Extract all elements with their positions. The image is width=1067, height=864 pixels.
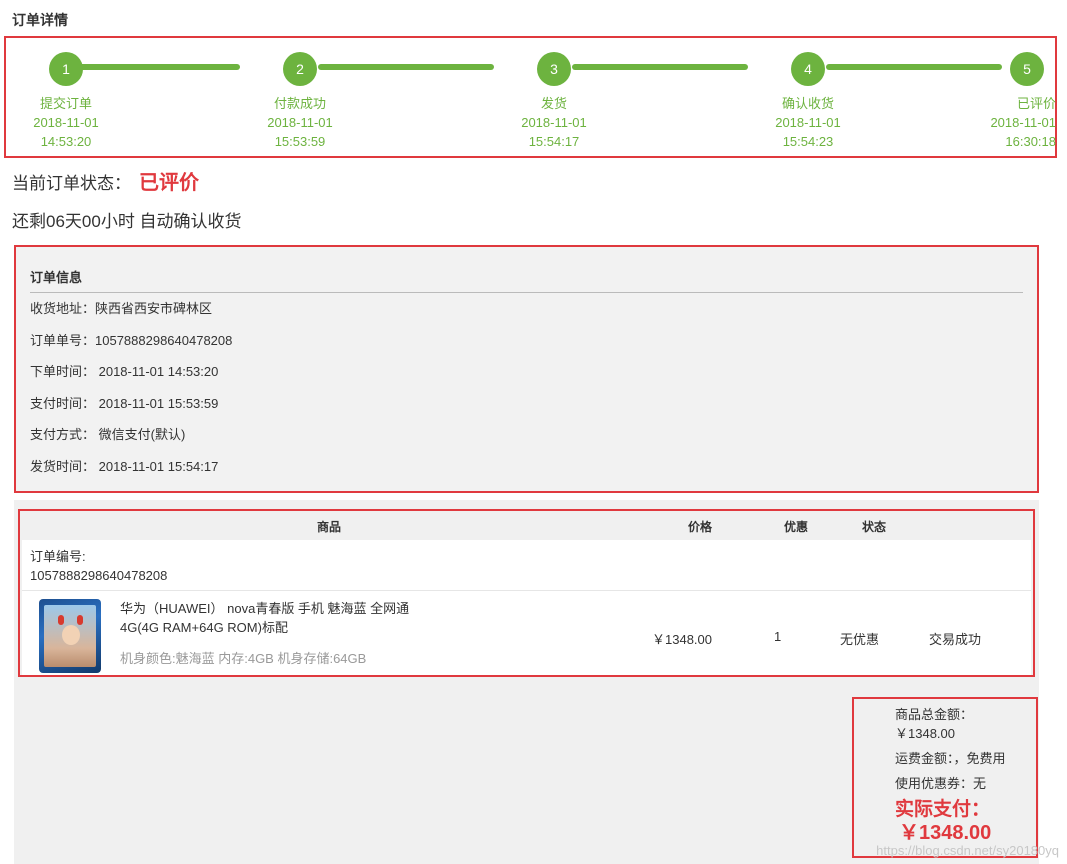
step-date: 2018-11-01: [33, 115, 99, 130]
step-date: 2018-11-01: [990, 115, 1056, 130]
header-price: 价格: [688, 520, 713, 534]
step-label: 已评价: [1016, 96, 1056, 111]
actual-paid-label: 实际支付：: [895, 799, 991, 820]
coupon-used: 使用优惠券：无: [895, 776, 987, 791]
table-header: 商品 价格 优惠 状态: [20, 511, 1033, 540]
order-progress: 1 提交订单 2018-11-01 14:53:20 2 付款成功 2018-1…: [4, 36, 1057, 158]
order-number-value: 1057888298640478208: [30, 568, 168, 583]
step-time: 15:53:59: [274, 134, 326, 149]
payment-summary: 商品总金额： ￥1348.00 运费金额：，免费用 使用优惠券：无 实际支付： …: [852, 697, 1038, 858]
product-quantity: 1: [774, 629, 782, 644]
product-name-link[interactable]: 华为（HUAWEI） nova青春版 手机 魅海蓝 全网通4G(4G RAM+6…: [120, 599, 420, 637]
step-label: 提交订单: [39, 96, 92, 111]
step-label: 发货: [540, 96, 567, 111]
step-number: 2: [283, 52, 317, 86]
order-time: 下单时间： 2018-11-01 14:53:20: [30, 364, 219, 379]
total-label: 商品总金额：: [895, 707, 974, 722]
header-discount: 优惠: [784, 520, 809, 534]
step-time: 16:30:18: [1005, 134, 1056, 149]
header-product: 商品: [317, 520, 342, 534]
step-submit-order: 1 提交订单 2018-11-01 14:53:20: [11, 52, 121, 151]
antler-right: [77, 615, 83, 625]
step-time: 14:53:20: [40, 134, 92, 149]
step-shipped: 3 发货 2018-11-01 15:54:17: [499, 52, 609, 151]
step-time: 15:54:17: [528, 134, 580, 149]
total-value: ￥1348.00: [895, 726, 955, 741]
baby-face: [62, 625, 80, 645]
step-date: 2018-11-01: [521, 115, 587, 130]
actual-paid-value: ￥1348.00: [899, 822, 992, 844]
step-number: 3: [537, 52, 571, 86]
step-number: 4: [791, 52, 825, 86]
shipping-address: 收货地址：陕西省西安市碑林区: [30, 301, 213, 316]
step-confirm-receipt: 4 确认收货 2018-11-01 15:54:23: [753, 52, 863, 151]
step-time: 15:54:23: [782, 134, 834, 149]
watermark: https://blog.csdn.net/sy20180yq: [876, 843, 1059, 858]
step-label: 付款成功: [273, 96, 326, 111]
order-status-label: 当前订单状态：: [12, 174, 131, 193]
auto-confirm-countdown: 还剩06天00小时 自动确认收货: [12, 212, 242, 231]
order-number-label: 订单编号:: [30, 549, 86, 564]
step-number: 1: [49, 52, 83, 86]
step-date: 2018-11-01: [775, 115, 841, 130]
product-table: 商品 价格 优惠 状态 订单编号: 1057888298640478208 华为…: [18, 509, 1035, 677]
table-row[interactable]: 华为（HUAWEI） nova青春版 手机 魅海蓝 全网通4G(4G RAM+6…: [22, 591, 1031, 675]
order-number: 订单单号：1057888298640478208: [30, 332, 233, 348]
order-number-row: 订单编号: 1057888298640478208: [22, 540, 1031, 591]
page-title: 订单详情: [12, 12, 68, 28]
order-status-value: 已评价: [139, 172, 199, 194]
step-reviewed: 5 已评价 2018-11-01 16:30:18: [946, 52, 1056, 151]
step-label: 确认收货: [781, 96, 834, 111]
phone-screen: [44, 605, 96, 667]
antler-left: [58, 615, 64, 625]
shipping-fee: 运费金额：，免费用: [895, 751, 1006, 766]
order-status: 当前订单状态： 已评价: [12, 166, 199, 195]
order-info-title: 订单信息: [30, 267, 1023, 293]
step-number: 5: [1010, 52, 1044, 86]
step-payment-success: 2 付款成功 2018-11-01 15:53:59: [245, 52, 355, 151]
product-spec: 机身颜色:魅海蓝 内存:4GB 机身存储:64GB: [120, 651, 367, 666]
payment-method: 支付方式： 微信支付(默认): [30, 427, 186, 442]
product-discount: 无优惠: [840, 632, 880, 647]
payment-time: 支付时间： 2018-11-01 15:53:59: [30, 395, 219, 411]
product-image[interactable]: [39, 599, 101, 673]
header-status: 状态: [862, 520, 887, 534]
shipping-time: 发货时间： 2018-11-01 15:54:17: [30, 458, 219, 474]
step-date: 2018-11-01: [267, 115, 333, 130]
order-info-panel: 订单信息 收货地址：陕西省西安市碑林区 订单单号：105788829864047…: [14, 245, 1039, 493]
product-status: 交易成功: [929, 632, 982, 647]
product-price: ￥1348.00: [652, 632, 712, 647]
